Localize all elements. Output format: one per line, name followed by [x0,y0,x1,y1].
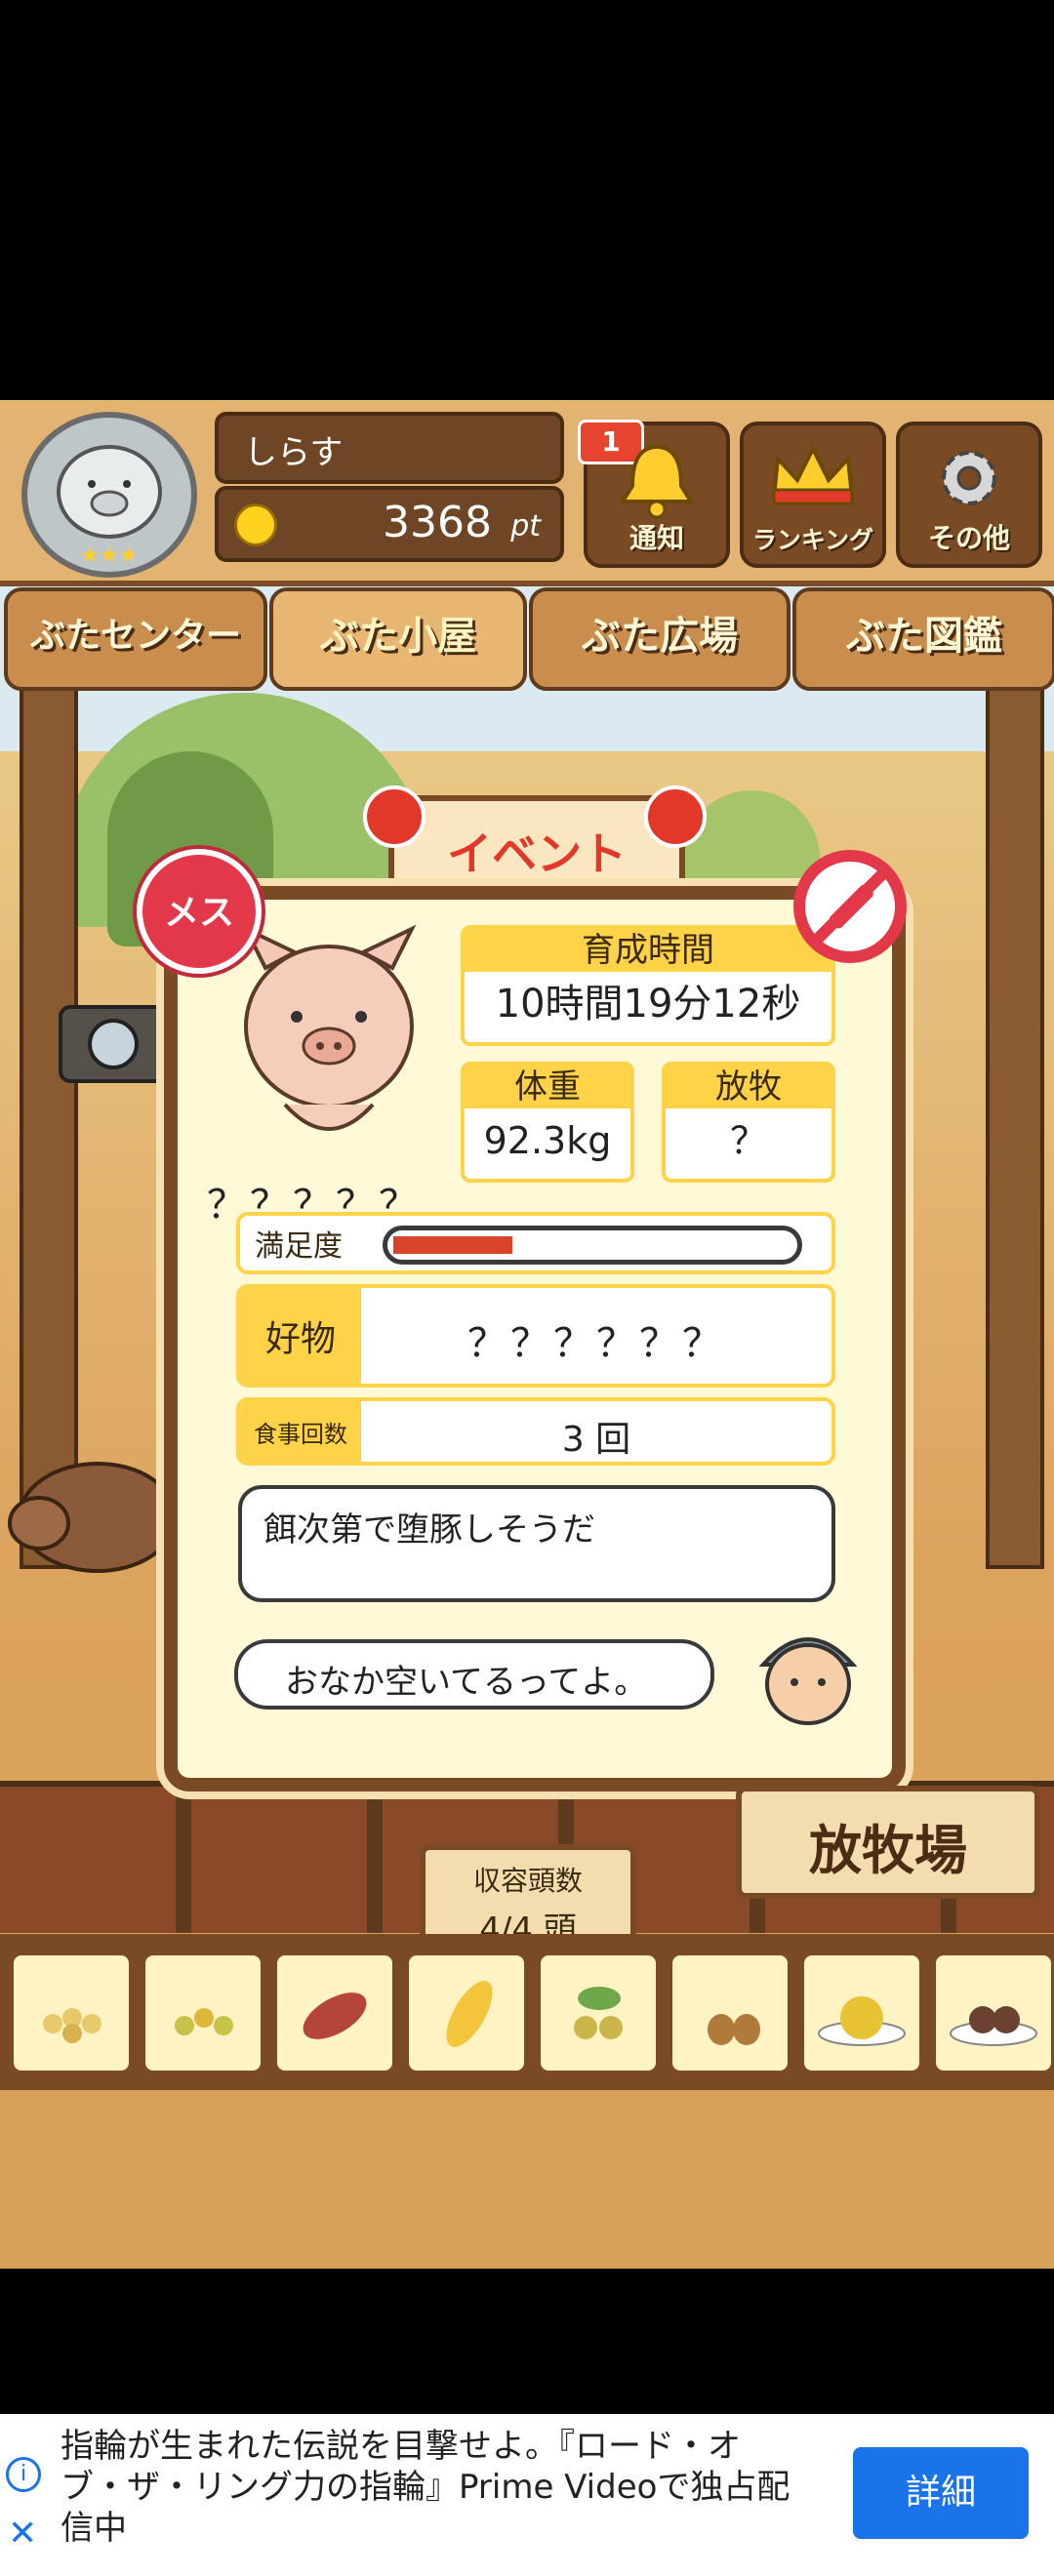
ad-text: 指輪が生まれた伝説を目撃せよ。『ロード・オブ・ザ・リング力の指輪』Prime V… [61,2427,790,2548]
acorn-icon [708,2014,760,2045]
other-button[interactable]: その他 [896,422,1042,568]
weight-value: 92.3kg [483,1119,612,1162]
grazing-label: 放牧 [666,1066,831,1108]
sweet-potato-icon [303,1992,367,2039]
tab-buta-hut[interactable]: ぶた小屋 [269,587,527,691]
meals-label: 食事回数 [240,1401,361,1462]
meals-row: 食事回数 3 回 [236,1397,835,1466]
grain-icon [43,2008,101,2043]
capacity-label: 収容頭数 [472,1865,583,1897]
notice-button[interactable]: 1 通知 [578,420,730,568]
tab-buta-center[interactable]: ぶたセンター [4,587,267,691]
favorite-label: 好物 [240,1288,361,1384]
raising-time-label: 育成時間 [465,929,831,972]
farmer-icon [758,1637,858,1725]
gear-icon [942,451,996,505]
weight-box: 体重 92.3kg [461,1062,634,1183]
food-item-corn-plate[interactable] [800,1952,923,2074]
event-sign-text: イベント [447,827,627,880]
food-item-acorn[interactable] [669,1952,791,2074]
corn-icon [446,1981,493,2047]
rose-icon [644,785,707,848]
rose-icon [363,785,426,848]
svg-text:★★★: ★★★ [80,543,138,568]
raising-time-box: 育成時間 10時間19分12秒 [461,925,835,1046]
points-unit: pt [510,509,541,543]
game-area: ★★★ しらす 3368 pt 1 通知 ランキング その他 ぶたセンター ぶた… [0,400,1054,2269]
corn-plate-icon [818,1996,906,2046]
pig-avatar-icon: ★★★ [57,445,162,568]
satisfaction-row: 満足度 [236,1212,835,1274]
notice-label: 通知 [628,522,684,554]
ranking-button[interactable]: ランキング [740,422,886,568]
comment-bubble: 餌次第で堕豚しそうだ [238,1485,835,1602]
satisfaction-bar [383,1226,802,1265]
meals-value: 3 回 [561,1420,631,1460]
other-label: その他 [927,522,1010,554]
fruit-icon [574,1987,623,2039]
farmer-bubble: おなか空いてるってよ。 [234,1639,714,1710]
tab-buta-plaza[interactable]: ぶた広場 [529,587,790,691]
ad-banner[interactable]: i ✕ 指輪が生まれた伝説を目撃せよ。『ロード・オブ・ザ・リング力の指輪』Pri… [0,2414,1054,2576]
pig-portrait-icon [241,924,417,1131]
comment-text: 餌次第で堕豚しそうだ [264,1510,595,1550]
ranking-label: ランキング [751,526,874,554]
boar-icon [8,1462,176,1573]
food-item-fruit[interactable] [537,1952,660,2074]
bell-icon [619,444,695,519]
no-injection-icon[interactable] [792,849,908,964]
camera-icon[interactable] [55,986,172,1093]
raising-time-value: 10時間19分12秒 [495,982,801,1026]
food-item-sweet-potato[interactable] [273,1952,396,2074]
pig-detail-card: ？？？？？ 育成時間 10時間19分12秒 体重 92.3kg 放牧 ？ 満足度… [164,886,906,1791]
avatar[interactable]: ★★★ [21,412,197,578]
farmer-text: おなか空いてるってよ。 [285,1663,648,1702]
coin-icon [234,503,277,546]
points-value: 3368 [383,498,492,547]
food-item-meat-plate[interactable] [932,1952,1054,2074]
grazing-box: 放牧 ？ [662,1062,835,1183]
tab-buta-encyclopedia[interactable]: ぶた図鑑 [792,587,1054,691]
meat-plate-icon [950,2006,1037,2046]
food-item-corn[interactable] [405,1952,528,2074]
grazing-value: ？ [729,1119,767,1162]
name-panel: しらす [215,412,564,484]
ad-close-icon[interactable]: ✕ [8,2514,37,2554]
ad-detail-button[interactable]: 詳細 [853,2447,1029,2539]
gender-badge: メス [137,849,262,974]
crown-icon [771,444,855,505]
ad-info-icon[interactable]: i [6,2457,41,2492]
weight-label: 体重 [465,1066,630,1108]
header-bar: ★★★ しらす 3368 pt 1 通知 ランキング その他 [0,400,1054,586]
pasture-sign-text: 放牧場 [809,1820,967,1881]
pasture-sign[interactable]: 放牧場 [736,1786,1040,1899]
favorite-value: ？？？？？？ [467,1321,725,1366]
food-item-beans[interactable] [142,1952,264,2074]
favorite-row: 好物 ？？？？？？ [236,1284,835,1388]
food-item-grain[interactable] [10,1952,133,2074]
satisfaction-bar-fill [393,1236,512,1254]
gender-badge-text: メス [163,893,234,933]
beans-icon [175,2008,233,2035]
satisfaction-label: 満足度 [240,1216,357,1270]
user-name: しらす [244,433,344,472]
points-panel: 3368 pt [215,486,564,562]
